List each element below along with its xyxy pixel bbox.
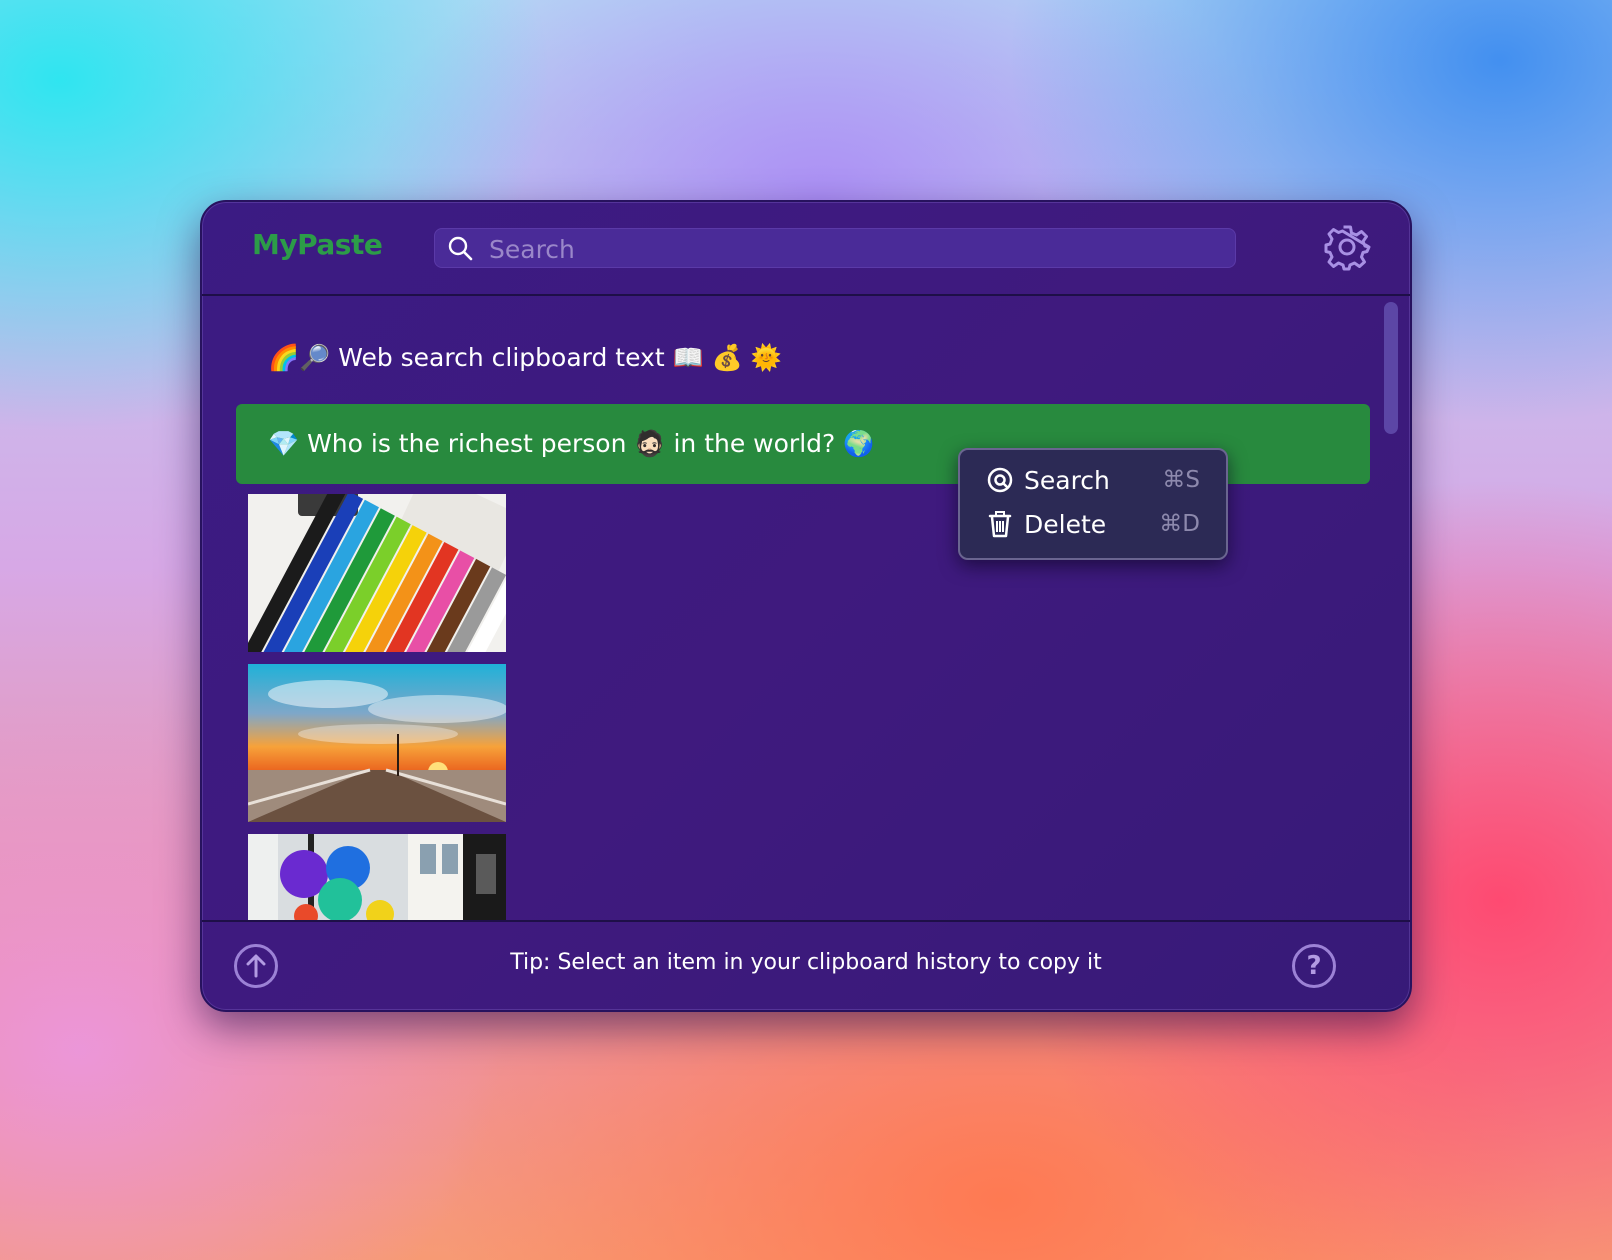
- context-menu: Search ⌘S Delete ⌘D: [958, 448, 1228, 560]
- scrollbar[interactable]: [1384, 302, 1398, 434]
- search-icon: [448, 236, 473, 261]
- footer-tip: Tip: Select an item in your clipboard hi…: [510, 950, 1102, 975]
- clipboard-item-image-pier[interactable]: [248, 664, 506, 822]
- menu-item-shortcut: ⌘D: [1159, 511, 1200, 537]
- search-input[interactable]: [487, 229, 1221, 269]
- at-search-icon: [987, 467, 1013, 493]
- clipboard-item-text[interactable]: 🌈🔎 Web search clipboard text 📖 💰 🌞: [236, 318, 1370, 398]
- clipboard-item-label: 💎 Who is the richest person 🧔🏻 in the wo…: [268, 429, 875, 458]
- question-circle-icon[interactable]: ?: [1292, 944, 1336, 988]
- clipboard-item-image-balloons[interactable]: [248, 834, 506, 920]
- clipboard-item-image-pencils[interactable]: [248, 494, 506, 652]
- footer: Tip: Select an item in your clipboard hi…: [202, 920, 1410, 1010]
- search-bar[interactable]: [434, 228, 1236, 269]
- gear-icon[interactable]: [1322, 222, 1372, 272]
- pier-image: [248, 664, 506, 822]
- balloons-image: [248, 834, 506, 920]
- header: MyPaste: [202, 202, 1410, 296]
- menu-item-label: Delete: [1024, 509, 1107, 539]
- question-mark-glyph: ?: [1306, 951, 1322, 981]
- menu-item-label: Search: [1024, 465, 1110, 495]
- clipboard-list: 🌈🔎 Web search clipboard text 📖 💰 🌞 💎 Who…: [202, 296, 1410, 920]
- menu-item-search[interactable]: Search ⌘S: [960, 458, 1226, 502]
- pencils-image: [248, 494, 506, 652]
- trash-icon: [988, 511, 1012, 538]
- app-logo: MyPaste: [252, 228, 383, 261]
- mypaste-window: MyPaste 🌈🔎 Web search clipboard text 📖 💰…: [200, 200, 1412, 1012]
- clipboard-item-label: 🌈🔎 Web search clipboard text 📖 💰 🌞: [268, 343, 782, 372]
- menu-item-delete[interactable]: Delete ⌘D: [960, 502, 1226, 546]
- menu-item-shortcut: ⌘S: [1162, 467, 1200, 493]
